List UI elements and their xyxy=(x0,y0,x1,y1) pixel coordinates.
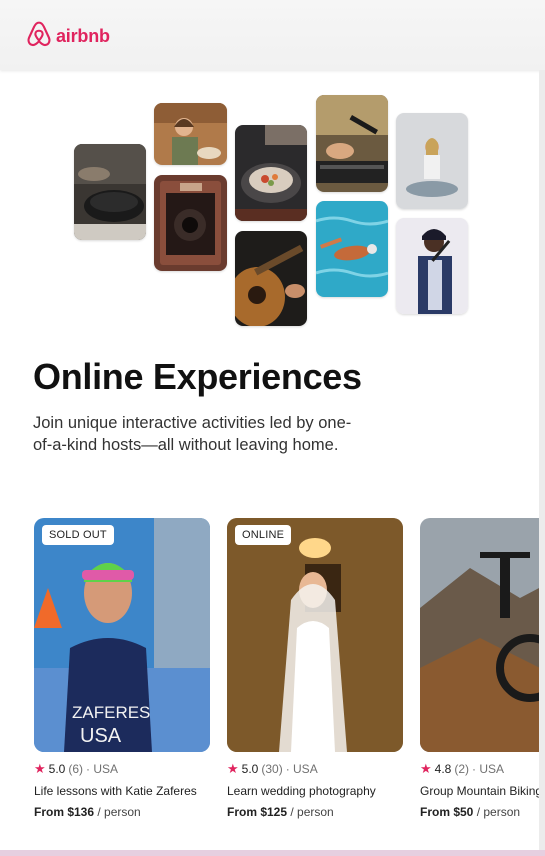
svg-text:USA: USA xyxy=(80,725,122,747)
singer-photo xyxy=(396,218,468,314)
page-subtitle: Join unique interactive activities led b… xyxy=(33,414,352,454)
price: From $136 / person xyxy=(34,805,210,819)
svg-text:ZAFERES: ZAFERES xyxy=(72,703,150,722)
review-count: (30) xyxy=(261,762,283,776)
price-unit: / person xyxy=(476,805,521,819)
rating-value: 5.0 xyxy=(48,762,66,776)
status-badge: ONLINE xyxy=(235,525,292,545)
woman-baking-photo xyxy=(154,103,227,165)
rating-row: ★ 5.0 (30) · USA xyxy=(227,761,403,777)
rating-row: ★ 4.8 (2) · USA xyxy=(420,761,545,777)
star-icon: ★ xyxy=(227,761,239,776)
dj-mixing-photo xyxy=(316,95,388,192)
location: · USA xyxy=(285,762,318,776)
page-title: Online Experiences xyxy=(33,356,362,397)
experience-photo[interactable]: ZAFERES USA SOLD OUT xyxy=(34,518,210,752)
price: From $50 / person xyxy=(420,805,545,819)
review-count: (2) xyxy=(454,762,470,776)
star-icon: ★ xyxy=(420,761,432,776)
food-plating-photo xyxy=(235,125,307,221)
airbnb-logo[interactable]: airbnb xyxy=(26,20,110,53)
star-icon: ★ xyxy=(34,761,46,776)
swimmer-photo xyxy=(316,201,388,297)
price: From $125 / person xyxy=(227,805,403,819)
scroll-edge xyxy=(539,70,545,850)
price-amount: From $136 xyxy=(34,805,95,819)
bottom-bar xyxy=(0,850,545,856)
price-unit: / person xyxy=(97,805,141,819)
rating-row: ★ 5.0 (6) · USA xyxy=(34,761,210,777)
experience-photo[interactable]: ONLINE xyxy=(227,518,403,752)
experience-title[interactable]: Life lessons with Katie Zaferes xyxy=(34,784,210,798)
price-amount: From $50 xyxy=(420,805,474,819)
price-unit: / person xyxy=(290,805,334,819)
status-badge: SOLD OUT xyxy=(42,525,114,545)
experience-title[interactable]: Learn wedding photography xyxy=(227,784,403,798)
vintage-camera-photo xyxy=(154,175,227,271)
price-amount: From $125 xyxy=(227,805,288,819)
experience-photo[interactable] xyxy=(420,518,545,752)
rating-value: 4.8 xyxy=(434,762,452,776)
location: · USA xyxy=(86,762,119,776)
rating-value: 5.0 xyxy=(241,762,259,776)
page: airbnb Online Experiences Join unique in… xyxy=(0,0,545,856)
experience-card[interactable]: ONLINE ★ 5.0 (30) · USA Learn wedding ph… xyxy=(227,518,403,819)
meditation-photo xyxy=(396,113,468,209)
experience-title[interactable]: Group Mountain Biking xyxy=(420,784,545,798)
review-count: (6) xyxy=(68,762,84,776)
airbnb-belo-icon xyxy=(26,20,52,53)
cooking-pans-photo xyxy=(74,144,146,240)
experience-card[interactable]: ★ 4.8 (2) · USA Group Mountain Biking Fr… xyxy=(420,518,545,819)
header: airbnb xyxy=(0,0,545,70)
experience-card[interactable]: ZAFERES USA SOLD OUT ★ 5.0 (6) · USA Lif… xyxy=(34,518,210,819)
brand-name: airbnb xyxy=(56,26,110,46)
guitar-photo xyxy=(235,231,307,326)
location: · USA xyxy=(472,762,505,776)
